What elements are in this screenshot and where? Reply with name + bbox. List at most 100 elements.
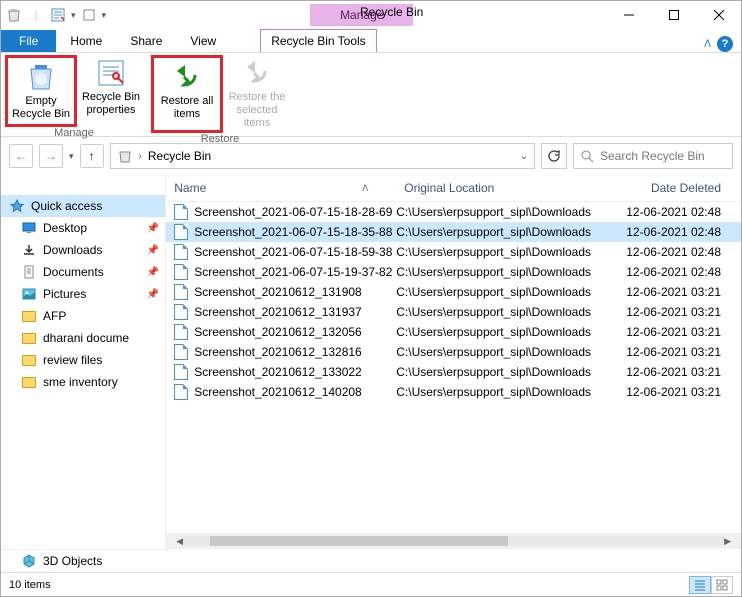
title-bar: | ▾ ▾ Manage Recycle Bin: [1, 1, 741, 29]
sidebar-item-sme-inventory[interactable]: sme inventory: [1, 371, 165, 393]
folder-icon: [21, 308, 37, 324]
restore-all-items-button[interactable]: Restore all items: [155, 59, 219, 123]
table-row[interactable]: Screenshot_20210612_132056C:\Users\erpsu…: [166, 322, 741, 342]
navigation-pane[interactable]: Quick access Desktop 📌 Downloads 📌 Docum…: [1, 175, 166, 549]
sidebar-item-downloads[interactable]: Downloads 📌: [1, 239, 165, 261]
view-details-button[interactable]: [689, 576, 711, 594]
help-icon[interactable]: ?: [717, 36, 733, 52]
address-dropdown-chevron-icon[interactable]: ⌄: [520, 151, 528, 162]
tab-file[interactable]: File: [1, 30, 56, 52]
scroll-left-icon[interactable]: ◀: [176, 536, 183, 547]
minimize-button[interactable]: [606, 1, 651, 29]
item-count: 10 items: [9, 579, 51, 591]
cell-name: Screenshot_20210612_132056: [166, 324, 396, 340]
cell-date: 12-06-2021 02:48: [626, 205, 741, 219]
search-icon: [580, 149, 594, 163]
ribbon-group-restore: Restore all items Restore the selected i…: [147, 53, 293, 136]
table-row[interactable]: Screenshot_20210612_131908C:\Users\erpsu…: [166, 282, 741, 302]
horizontal-scrollbar[interactable]: ◀ ▶: [166, 533, 741, 549]
address-location[interactable]: Recycle Bin: [148, 149, 514, 163]
column-headers: Name ᐱ Original Location Date Deleted: [166, 175, 741, 202]
sme-label: sme inventory: [43, 375, 118, 389]
recycle-bin-properties-button[interactable]: Recycle Bin properties: [79, 55, 143, 127]
scrollbar-thumb[interactable]: [210, 536, 507, 546]
view-thumbnails-button[interactable]: [711, 576, 733, 594]
qat-customize-icon[interactable]: [80, 6, 98, 24]
cell-location: C:\Users\erpsupport_sipl\Downloads: [396, 305, 626, 319]
review-label: review files: [43, 353, 102, 367]
nav-history-chevron-icon[interactable]: ▾: [69, 151, 74, 162]
table-row[interactable]: Screenshot_20210612_131937C:\Users\erpsu…: [166, 302, 741, 322]
address-bar[interactable]: › Recycle Bin ⌄: [110, 143, 535, 169]
column-header-name[interactable]: Name ᐱ: [166, 175, 396, 201]
qat-chevron-icon[interactable]: ▾: [71, 10, 76, 21]
sidebar-item-desktop[interactable]: Desktop 📌: [1, 217, 165, 239]
cell-location: C:\Users\erpsupport_sipl\Downloads: [396, 245, 626, 259]
downloads-icon: [21, 242, 37, 258]
table-row[interactable]: Screenshot_20210612_140208C:\Users\erpsu…: [166, 382, 741, 402]
quick-access-label: Quick access: [31, 199, 102, 213]
table-row[interactable]: Screenshot_2021-06-07-15-18-59-38C:\User…: [166, 242, 741, 262]
afp-label: AFP: [43, 309, 66, 323]
cell-date: 12-06-2021 03:21: [626, 345, 741, 359]
tab-recycle-bin-tools[interactable]: Recycle Bin Tools: [260, 29, 377, 52]
folder-icon: [21, 374, 37, 390]
address-row: ← → ▾ ↑ › Recycle Bin ⌄ Search Recycle B…: [1, 137, 741, 175]
qat-dropdown-icon[interactable]: ▾: [102, 10, 107, 21]
pin-icon: 📌: [147, 223, 159, 234]
ribbon-tabs: File Home Share View Recycle Bin Tools ᐱ…: [1, 29, 741, 53]
cell-location: C:\Users\erpsupport_sipl\Downloads: [396, 205, 626, 219]
scroll-right-icon[interactable]: ▶: [724, 536, 731, 547]
empty-recycle-bin-button[interactable]: Empty Recycle Bin: [9, 59, 73, 123]
sidebar-item-quick-access[interactable]: Quick access: [1, 195, 165, 217]
properties-qat-icon[interactable]: [49, 6, 67, 24]
nav-back-button[interactable]: ←: [9, 144, 33, 168]
cell-date: 12-06-2021 03:21: [626, 385, 741, 399]
sidebar-item-review-files[interactable]: review files: [1, 349, 165, 371]
sidebar-item-documents[interactable]: Documents 📌: [1, 261, 165, 283]
maximize-button[interactable]: [651, 1, 696, 29]
cell-name: Screenshot_2021-06-07-15-18-35-88: [166, 224, 396, 240]
file-icon: [174, 304, 188, 320]
pin-icon: 📌: [147, 267, 159, 278]
table-row[interactable]: Screenshot_2021-06-07-15-18-28-69C:\User…: [166, 202, 741, 222]
window-title: Recycle Bin: [360, 5, 423, 19]
table-row[interactable]: Screenshot_20210612_133022C:\Users\erpsu…: [166, 362, 741, 382]
cell-name: Screenshot_20210612_131908: [166, 284, 396, 300]
file-icon: [174, 344, 188, 360]
tab-home[interactable]: Home: [56, 30, 116, 52]
sidebar-item-afp[interactable]: AFP: [1, 305, 165, 327]
sidebar-item-pictures[interactable]: Pictures 📌: [1, 283, 165, 305]
column-header-location[interactable]: Original Location: [396, 175, 626, 201]
address-root-chevron-icon[interactable]: ›: [139, 151, 142, 162]
tab-share[interactable]: Share: [116, 30, 176, 52]
cell-date: 12-06-2021 02:48: [626, 225, 741, 239]
collapse-ribbon-icon[interactable]: ᐱ: [704, 39, 711, 50]
tab-view[interactable]: View: [176, 30, 230, 52]
table-row[interactable]: Screenshot_20210612_132816C:\Users\erpsu…: [166, 342, 741, 362]
search-box[interactable]: Search Recycle Bin: [573, 143, 733, 169]
ribbon: Empty Recycle Bin Recycle Bin properties…: [1, 53, 741, 137]
close-button[interactable]: [696, 1, 741, 29]
rows-container[interactable]: Screenshot_2021-06-07-15-18-28-69C:\User…: [166, 202, 741, 533]
cell-location: C:\Users\erpsupport_sipl\Downloads: [396, 285, 626, 299]
cell-date: 12-06-2021 03:21: [626, 305, 741, 319]
file-icon: [174, 204, 188, 220]
folder-icon: [21, 352, 37, 368]
desktop-label: Desktop: [43, 221, 87, 235]
cell-location: C:\Users\erpsupport_sipl\Downloads: [396, 385, 626, 399]
sidebar-item-dharani[interactable]: dharani docume: [1, 327, 165, 349]
nav-up-button[interactable]: ↑: [80, 144, 104, 168]
quick-access-star-icon: [9, 198, 25, 214]
refresh-button[interactable]: [541, 143, 567, 169]
sidebar-item-3d-objects[interactable]: 3D Objects: [1, 549, 171, 572]
column-header-date[interactable]: Date Deleted: [626, 175, 741, 201]
cell-name: Screenshot_20210612_133022: [166, 364, 396, 380]
cell-location: C:\Users\erpsupport_sipl\Downloads: [396, 365, 626, 379]
pictures-label: Pictures: [43, 287, 86, 301]
table-row[interactable]: Screenshot_2021-06-07-15-18-35-88C:\User…: [166, 222, 741, 242]
recycle-bin-properties-label: Recycle Bin properties: [79, 91, 143, 117]
table-row[interactable]: Screenshot_2021-06-07-15-19-37-82C:\User…: [166, 262, 741, 282]
empty-recycle-bin-label: Empty Recycle Bin: [9, 95, 73, 121]
recycle-bin-icon: [5, 6, 23, 24]
